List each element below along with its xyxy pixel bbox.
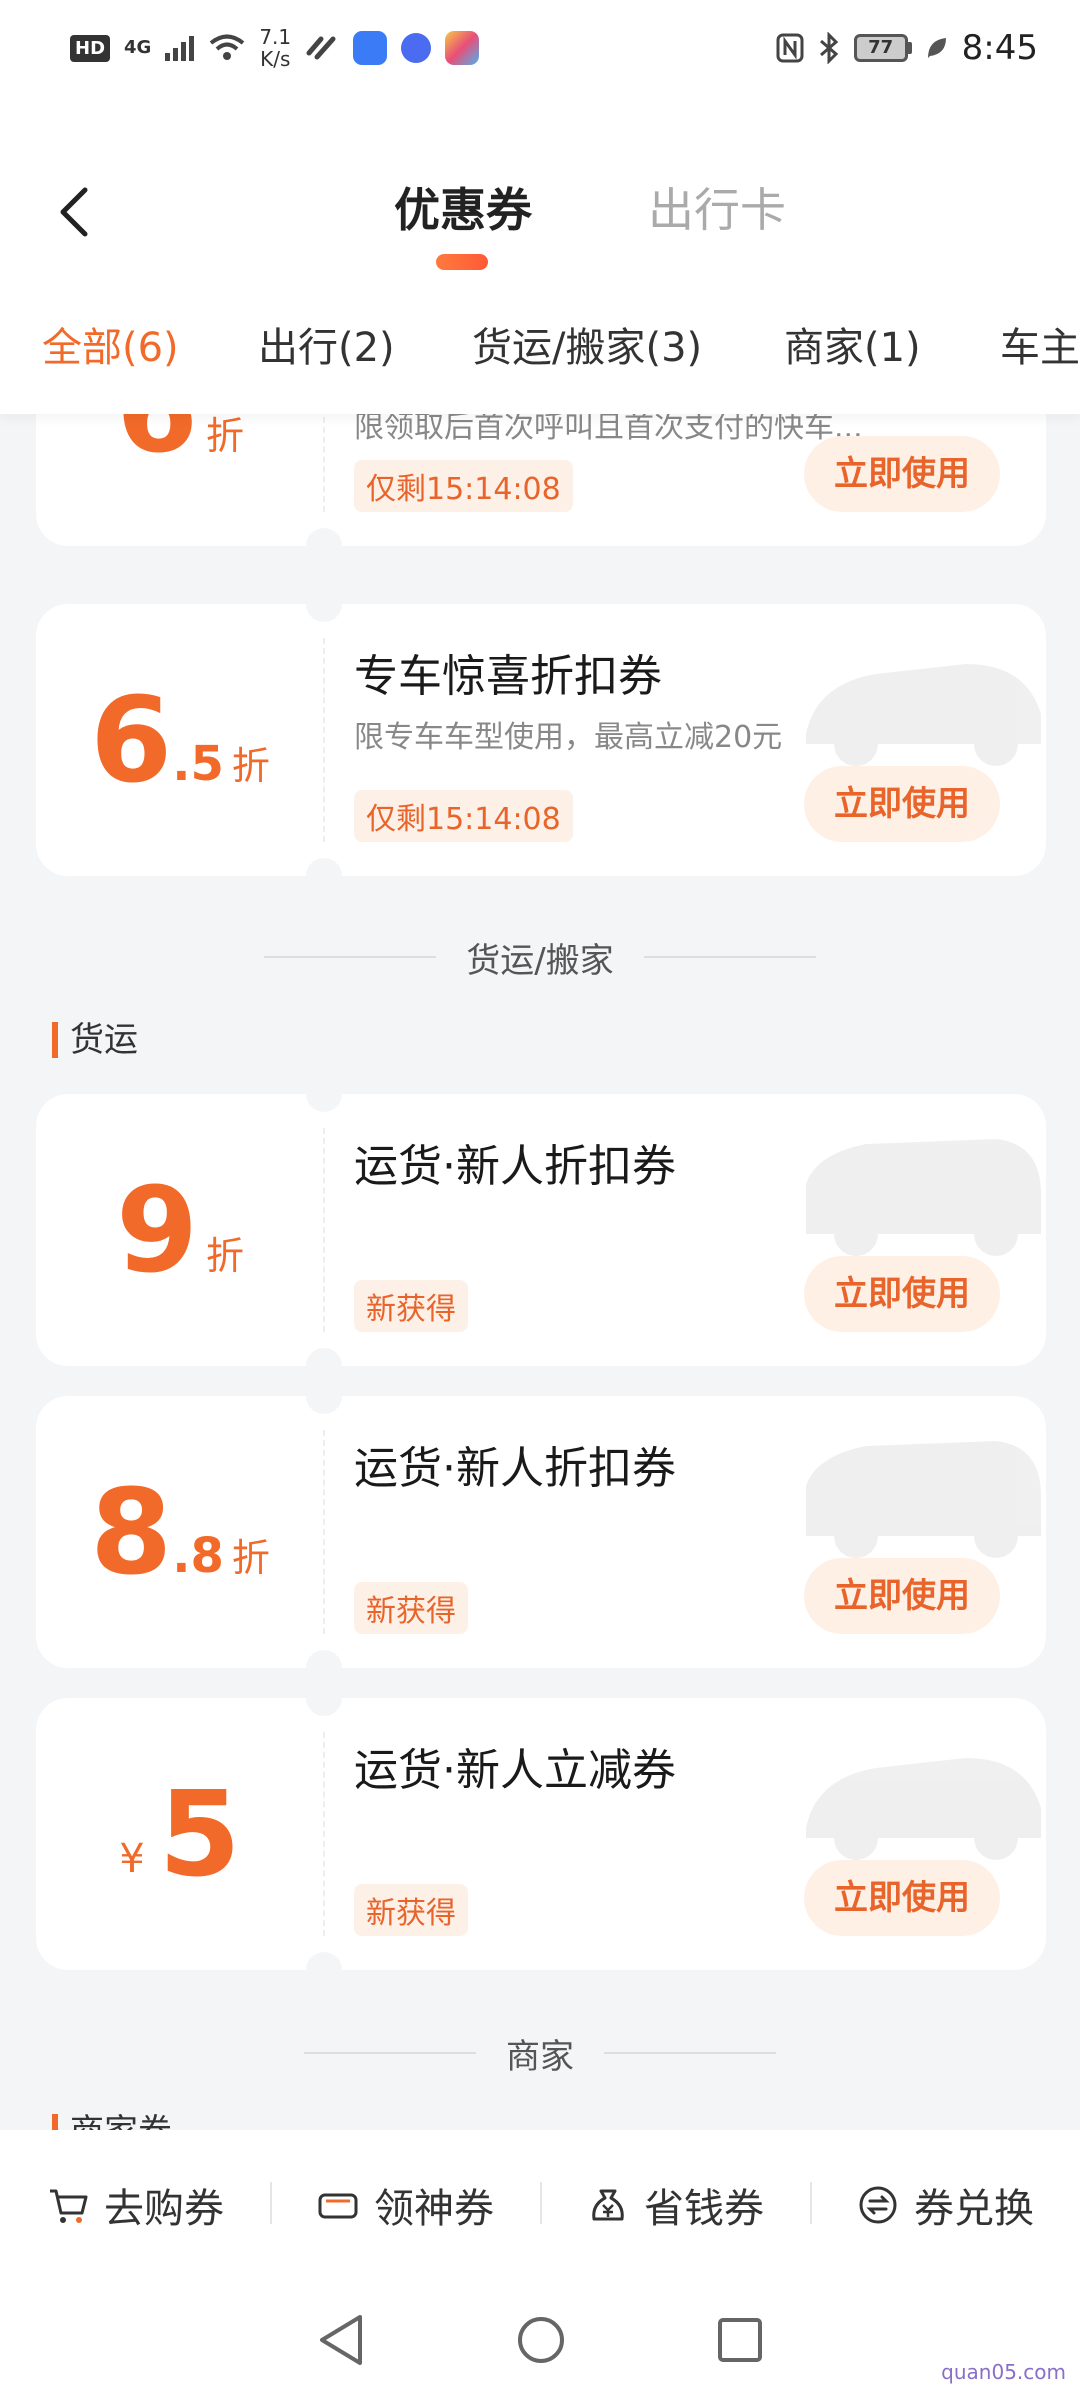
ticket-icon <box>318 2193 358 2219</box>
quick-item-label: 省钱券 <box>644 2186 764 2232</box>
quick-item-label: 领神券 <box>374 2186 494 2232</box>
use-now-button[interactable]: 立即使用 <box>804 436 1000 512</box>
tab-travel-card[interactable]: 出行卡 <box>648 180 786 240</box>
van-watermark-icon <box>806 1139 1041 1256</box>
section-divider: 货运/搬家 <box>0 932 1080 982</box>
buy-coupon-button[interactable]: 去购券 <box>0 2176 270 2234</box>
coupon-countdown-tag: 仅剩15:14:08 <box>354 460 573 512</box>
use-now-button[interactable]: 立即使用 <box>804 766 1000 842</box>
coupon-title: 运货·新人立减券 <box>354 1745 676 1796</box>
coupon-list[interactable]: 6 折 限领取后首次呼叫且首次支付的快车... 仅剩15:14:08 立即使用 … <box>0 414 1080 2130</box>
wifi-icon <box>210 34 245 60</box>
saving-coupon-button[interactable]: 省钱券 <box>540 2176 810 2234</box>
nav-recents-icon[interactable] <box>716 2316 764 2364</box>
exchange-icon <box>859 2186 897 2224</box>
coupon-status-tag: 新获得 <box>354 1582 468 1634</box>
coupon-amount: 6 折 <box>116 414 245 469</box>
money-bag-icon <box>592 2189 624 2221</box>
coupon-amount: 6 .5 折 <box>90 671 270 809</box>
coupon-countdown-tag: 仅剩15:14:08 <box>354 790 573 842</box>
van-watermark-icon <box>806 1441 1041 1558</box>
active-tab-indicator <box>436 254 488 270</box>
section-title: 货运/搬家 <box>466 940 614 981</box>
category-tab-all[interactable]: 全部(6) <box>42 318 179 378</box>
bottom-quick-bar: 去购券 领神券 省钱券 券兑换 <box>0 2130 1080 2280</box>
nav-back-icon[interactable] <box>316 2313 366 2367</box>
coupon-amount: ¥ 5 <box>119 1765 241 1903</box>
cart-icon <box>50 2189 88 2223</box>
app-notification-icon <box>445 31 480 65</box>
section-divider: 商家 <box>0 2028 1080 2078</box>
category-tab-merchant[interactable]: 商家(1) <box>784 318 921 378</box>
sub-section-heading: 商家券 <box>52 2114 172 2130</box>
coupon-description: 限专车车型使用，最高立减20元 <box>354 720 783 755</box>
coupon-amount: 9 折 <box>115 1161 245 1299</box>
car-watermark-icon <box>806 1758 1041 1860</box>
hd-indicator: HD <box>70 34 111 62</box>
signal-icon <box>165 36 195 61</box>
page-header: 优惠券 出行卡 <box>0 96 1080 290</box>
bluetooth-icon <box>819 32 838 64</box>
coupon-amount: 8 .8 折 <box>90 1463 270 1601</box>
category-tab-travel[interactable]: 出行(2) <box>258 318 395 378</box>
chevron-left-icon <box>60 187 88 237</box>
clock: 8:45 <box>961 28 1038 68</box>
coupon-title: 运货·新人折扣券 <box>354 1141 676 1192</box>
category-tab-freight[interactable]: 货运/搬家(3) <box>472 318 702 378</box>
battery-icon: 77 <box>853 34 912 62</box>
coupon-status-tag: 新获得 <box>354 1884 468 1936</box>
coupon-title: 运货·新人折扣券 <box>354 1443 676 1494</box>
category-tab-driver[interactable]: 车主 <box>1000 318 1080 378</box>
section-title: 商家 <box>506 2036 574 2077</box>
system-navigation-bar: quan05.com <box>0 2280 1080 2400</box>
exchange-coupon-button[interactable]: 券兑换 <box>810 2176 1080 2234</box>
app-notification-icon <box>306 36 336 60</box>
status-bar: HD 4G 7.1 K/s 77 8:45 <box>0 0 1080 96</box>
coupon-title: 专车惊喜折扣券 <box>354 651 662 702</box>
app-notification-icon <box>353 31 388 65</box>
use-now-button[interactable]: 立即使用 <box>804 1558 1000 1634</box>
quick-item-label: 券兑换 <box>914 2186 1034 2232</box>
coupon-card: 6 .5 折 专车惊喜折扣券 限专车车型使用，最高立减20元 仅剩15:14:0… <box>36 604 1046 876</box>
tab-coupons[interactable]: 优惠券 <box>394 180 532 240</box>
claim-coupon-button[interactable]: 领神券 <box>270 2176 540 2234</box>
nav-home-icon[interactable] <box>516 2315 566 2365</box>
coupon-card: ¥ 5 运货·新人立减券 新获得 立即使用 <box>36 1698 1046 1970</box>
use-now-button[interactable]: 立即使用 <box>804 1860 1000 1936</box>
category-tabs: 全部(6) 出行(2) 货运/搬家(3) 商家(1) 车主 <box>0 290 1080 414</box>
music-app-icon <box>401 33 432 63</box>
coupon-card: 9 折 运货·新人折扣券 新获得 立即使用 <box>36 1094 1046 1366</box>
coupon-card: 8 .8 折 运货·新人折扣券 新获得 立即使用 <box>36 1396 1046 1668</box>
nfc-icon <box>776 33 804 63</box>
leaf-icon <box>927 38 946 58</box>
sub-section-heading: 货运 <box>52 1022 138 1058</box>
network-type: 4G <box>124 37 152 58</box>
watermark: quan05.com <box>941 2360 1066 2384</box>
network-speed: 7.1 K/s <box>259 25 292 71</box>
coupon-card: 6 折 限领取后首次呼叫且首次支付的快车... 仅剩15:14:08 立即使用 <box>36 414 1046 546</box>
coupon-status-tag: 新获得 <box>354 1280 468 1332</box>
back-button[interactable] <box>44 182 104 242</box>
quick-item-label: 去购券 <box>104 2186 224 2232</box>
use-now-button[interactable]: 立即使用 <box>804 1256 1000 1332</box>
